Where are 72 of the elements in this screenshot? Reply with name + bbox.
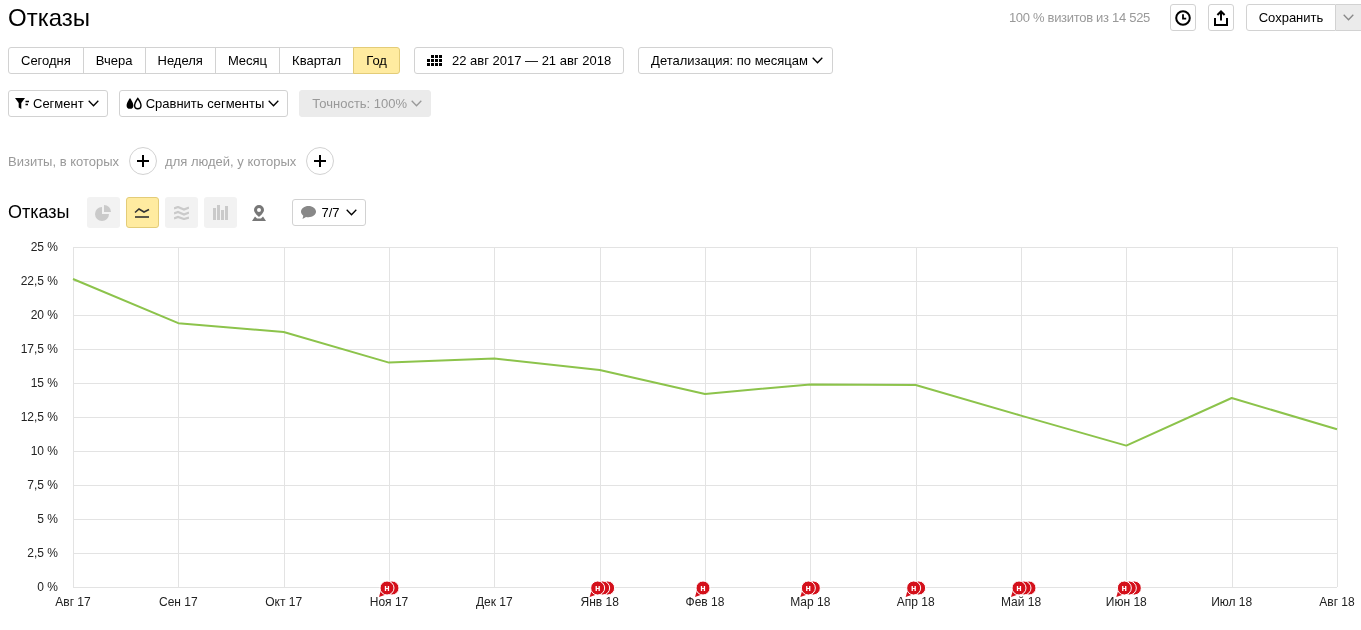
area-chart-icon <box>173 205 189 220</box>
history-button[interactable] <box>1170 4 1196 31</box>
caret-icon <box>811 57 823 64</box>
add-condition-button[interactable] <box>129 147 158 175</box>
annotation-marker[interactable]: н <box>1116 580 1132 597</box>
caret-icon <box>345 209 357 216</box>
x-axis-label: Окт 17 <box>265 595 303 609</box>
x-axis-label: Апр 18 <box>896 595 935 609</box>
x-axis-label: Авг 18 <box>1319 595 1355 609</box>
y-axis-label: 0 % <box>37 580 58 594</box>
x-axis-label: Май 18 <box>1000 595 1042 609</box>
funnel-icon <box>15 98 29 109</box>
caret-icon <box>87 100 99 107</box>
clock-icon <box>1175 9 1191 26</box>
annotation-marker[interactable]: н <box>800 580 816 597</box>
period-tab[interactable]: Сегодня <box>8 47 84 74</box>
x-axis-label: Сен 17 <box>159 595 198 609</box>
plus-icon <box>314 155 327 167</box>
plus-icon <box>137 155 150 167</box>
y-axis-label: 25 % <box>30 240 58 254</box>
drops-icon <box>125 97 142 110</box>
y-axis-label: 22,5 % <box>20 274 58 288</box>
period-tab[interactable]: Квартал <box>279 47 355 74</box>
x-axis-label: Дек 17 <box>475 595 513 609</box>
compare-segments-button[interactable]: Сравнить сегменты <box>118 90 289 117</box>
x-axis-label: Ноя 17 <box>369 595 409 609</box>
bar-chart-icon <box>212 205 228 220</box>
visits-summary: 100 % визитов из 14 525 <box>1008 10 1150 25</box>
y-axis-label: 2,5 % <box>27 546 58 560</box>
x-axis-label: Авг 17 <box>55 595 91 609</box>
x-axis-label: Июн 18 <box>1105 595 1147 609</box>
export-button[interactable] <box>1208 4 1234 31</box>
annotation-marker[interactable]: н <box>589 580 606 597</box>
annotation-marker[interactable]: н <box>905 580 922 597</box>
date-range-button[interactable]: 22 авг 2017 — 21 авг 2018 <box>413 47 625 74</box>
y-axis-label: 10 % <box>30 444 58 458</box>
pie-chart-icon <box>95 204 111 221</box>
map-pin-icon <box>251 204 267 221</box>
chart-title: Отказы <box>8 202 70 223</box>
y-axis-label: 5 % <box>37 512 58 526</box>
caret-icon <box>411 100 423 107</box>
save-button[interactable]: Сохранить <box>1246 4 1336 31</box>
annotation-marker[interactable]: н <box>379 580 395 597</box>
segment-button[interactable]: Сегмент <box>8 90 108 117</box>
y-axis-label: 20 % <box>30 308 58 322</box>
condition-label: Визиты, в которых <box>8 153 120 169</box>
detail-dropdown[interactable]: Детализация: по месяцам <box>638 47 833 74</box>
notes-dropdown[interactable]: 7/7 <box>291 199 366 226</box>
y-axis-label: 15 % <box>30 376 58 390</box>
y-axis-label: 12,5 % <box>20 410 58 424</box>
grid-icon <box>426 55 442 66</box>
speech-bubble-icon <box>300 206 316 219</box>
annotation-marker[interactable]: н <box>1011 580 1027 597</box>
x-axis-label: Фев 18 <box>685 595 725 609</box>
x-axis-label: Мар 18 <box>790 595 831 609</box>
y-axis-label: 17,5 % <box>20 342 58 356</box>
period-tab[interactable]: Год <box>353 47 400 74</box>
period-tab[interactable]: Неделя <box>144 47 216 74</box>
line-chart-icon <box>134 207 150 218</box>
y-axis-label: 7,5 % <box>27 478 58 492</box>
line-chart-button[interactable] <box>125 197 159 228</box>
caret-icon <box>268 100 280 107</box>
x-axis-label: Янв 18 <box>580 595 619 609</box>
x-axis-label: Июл 18 <box>1211 595 1253 609</box>
upload-icon <box>1214 9 1228 26</box>
caret-icon <box>1343 14 1354 21</box>
annotation-marker[interactable]: н <box>695 580 711 597</box>
period-tab[interactable]: Вчера <box>82 47 146 74</box>
page-title: Отказы <box>8 3 91 32</box>
condition-label: для людей, у которых <box>165 153 297 169</box>
period-tab[interactable]: Месяц <box>214 47 281 74</box>
add-condition-button[interactable] <box>306 147 335 175</box>
